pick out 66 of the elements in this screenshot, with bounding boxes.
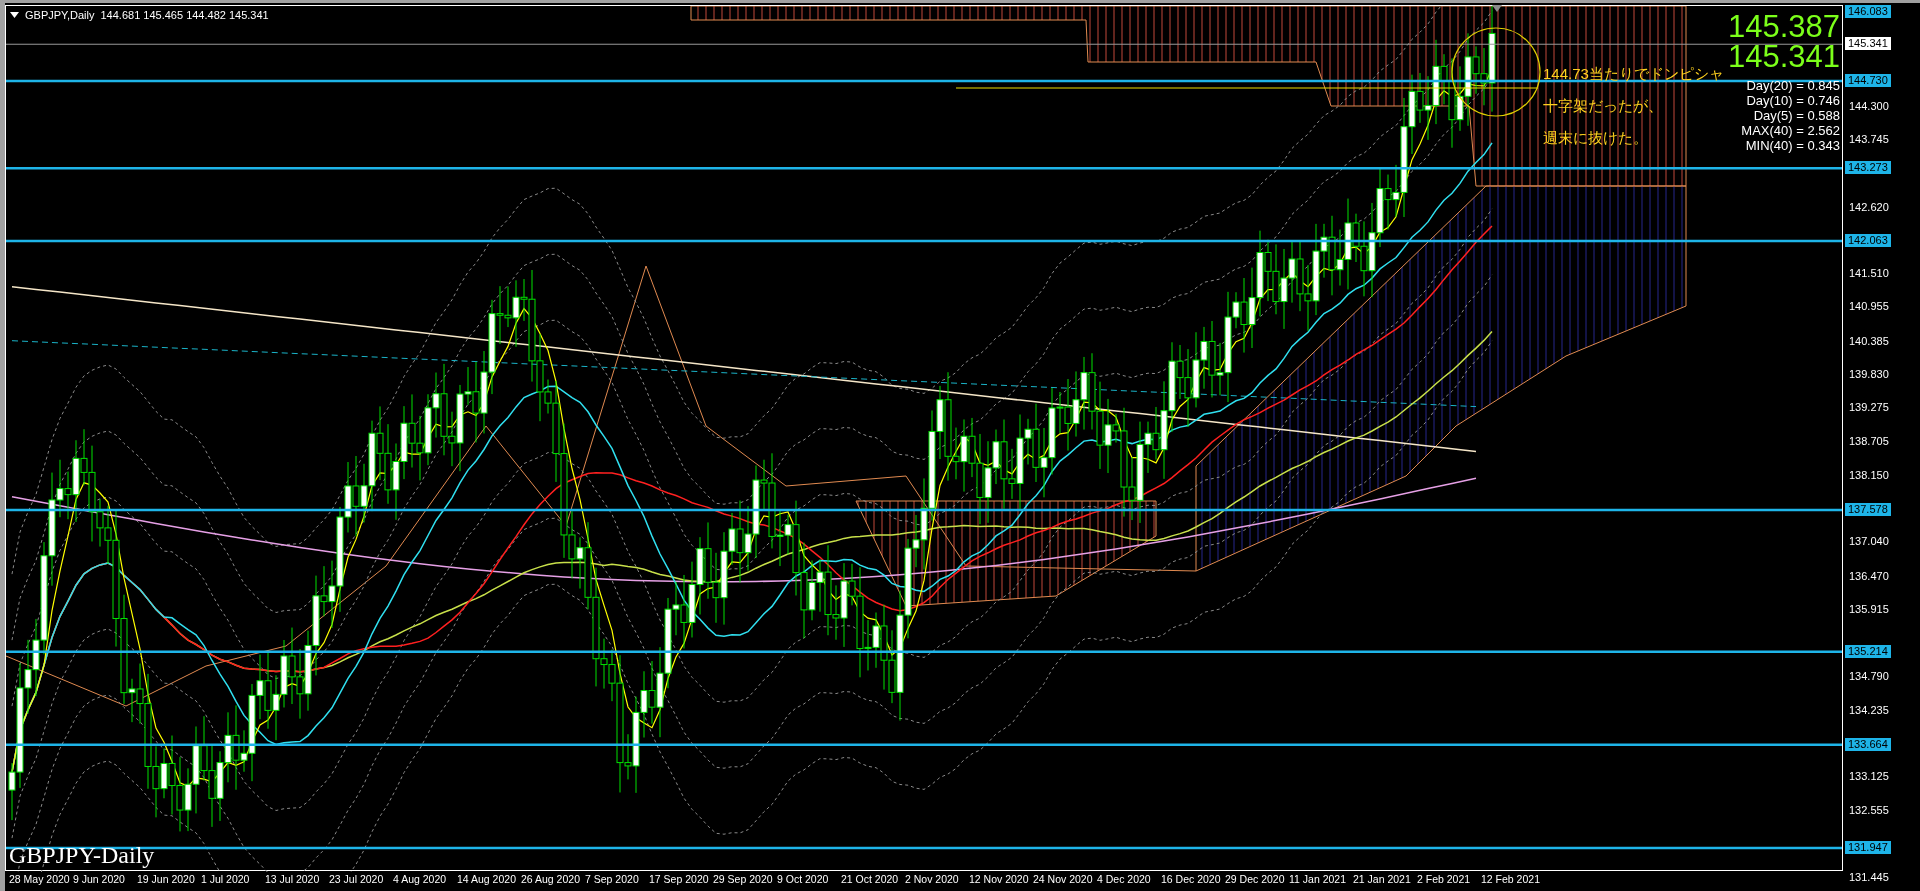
price-tick-label: 138.150 xyxy=(1849,468,1889,482)
price-tick-label: 143.745 xyxy=(1849,133,1889,146)
volatility-stat: Day(20) = 0.845 xyxy=(1746,78,1840,93)
price-tick-label: 133.125 xyxy=(1849,770,1889,784)
date-tick-label: 21 Oct 2020 xyxy=(841,872,900,888)
volatility-stat: MAX(40) = 2.562 xyxy=(1741,123,1840,138)
date-tick-label: 12 Nov 2020 xyxy=(969,872,1030,888)
price-tick-label: 131.445 xyxy=(1849,871,1889,884)
price-tick-label: 139.275 xyxy=(1849,401,1889,415)
price-readout: 145.341 xyxy=(1727,42,1840,72)
date-tick-label: 9 Oct 2020 xyxy=(777,872,830,888)
price-level-label: 135.214 xyxy=(1845,644,1891,658)
price-tick-label: 135.915 xyxy=(1849,602,1889,616)
volatility-stat: Day(10) = 0.746 xyxy=(1746,93,1840,108)
date-tick-label: 23 Jul 2020 xyxy=(329,872,385,888)
price-level-label: 131.947 xyxy=(1845,840,1891,854)
price-readout: 145.387 xyxy=(1727,12,1840,42)
price-level-label: 133.664 xyxy=(1845,737,1891,751)
price-tick-label: 136.470 xyxy=(1849,569,1889,583)
date-tick-label: 7 Sep 2020 xyxy=(585,872,640,888)
price-tick-label: 140.385 xyxy=(1849,334,1889,348)
price-tick-label: 134.235 xyxy=(1849,703,1889,717)
price-level-label: 137.578 xyxy=(1845,503,1891,516)
chart-symbol: GBPJPY,Daily xyxy=(25,8,95,23)
annotation-text: 十字架だったが、 xyxy=(1543,96,1664,116)
price-tick-label: 139.830 xyxy=(1849,367,1889,381)
price-tick-label: 134.790 xyxy=(1849,670,1889,684)
date-tick-label: 19 Jun 2020 xyxy=(137,872,196,888)
price-level-label: 146.083 xyxy=(1845,5,1891,18)
date-tick-label: 11 Jan 2021 xyxy=(1289,872,1348,888)
date-tick-label: 2 Nov 2020 xyxy=(905,872,960,888)
date-tick-label: 4 Dec 2020 xyxy=(1097,872,1152,888)
date-tick-label: 29 Sep 2020 xyxy=(713,872,774,888)
ohlc-values: 144.681 145.465 144.482 145.341 xyxy=(100,8,269,23)
annotation-text: 144.73当たりでドンピシャ xyxy=(1543,64,1724,84)
date-tick-label: 24 Nov 2020 xyxy=(1033,872,1094,888)
dropdown-triangle-icon[interactable] xyxy=(10,12,19,19)
date-tick-label: 17 Sep 2020 xyxy=(649,872,710,888)
date-tick-label: 26 Aug 2020 xyxy=(521,872,581,888)
price-tick-label: 141.510 xyxy=(1849,267,1889,281)
price-tick-label: 132.555 xyxy=(1849,804,1889,818)
price-tick-label: 142.620 xyxy=(1849,200,1889,214)
current-price-label: 145.341 xyxy=(1845,37,1891,51)
price-tick-label: 140.955 xyxy=(1849,300,1889,314)
date-tick-label: 4 Aug 2020 xyxy=(393,872,448,888)
date-tick-label: 29 Dec 2020 xyxy=(1225,872,1286,888)
price-tick-label: 144.300 xyxy=(1849,99,1889,113)
price-level-label: 143.273 xyxy=(1845,161,1891,175)
price-level-label: 142.063 xyxy=(1845,233,1891,247)
volatility-stat: Day(5) = 0.588 xyxy=(1753,108,1840,123)
volatility-stat: MIN(40) = 0.343 xyxy=(1745,138,1840,153)
date-tick-label: 16 Dec 2020 xyxy=(1161,872,1222,888)
date-tick-label: 9 Jun 2020 xyxy=(73,872,126,888)
date-tick-label: 13 Jul 2020 xyxy=(265,872,321,888)
date-tick-label: 14 Aug 2020 xyxy=(457,872,517,888)
date-tick-label: 21 Jan 2021 xyxy=(1353,872,1412,888)
date-tick-label: 12 Feb 2021 xyxy=(1481,872,1541,888)
annotation-text: 週末に抜けた。 xyxy=(1543,128,1649,148)
price-level-label: 144.730 xyxy=(1845,73,1891,87)
price-tick-label: 137.040 xyxy=(1849,535,1889,549)
chart-title: GBPJPY-Daily xyxy=(9,842,155,868)
date-tick-label: 1 Jul 2020 xyxy=(201,872,251,888)
shift-marker-icon[interactable] xyxy=(1492,5,1502,12)
date-tick-label: 28 May 2020 xyxy=(9,872,71,888)
price-tick-label: 138.705 xyxy=(1849,435,1889,449)
date-tick-label: 2 Feb 2021 xyxy=(1417,872,1472,888)
